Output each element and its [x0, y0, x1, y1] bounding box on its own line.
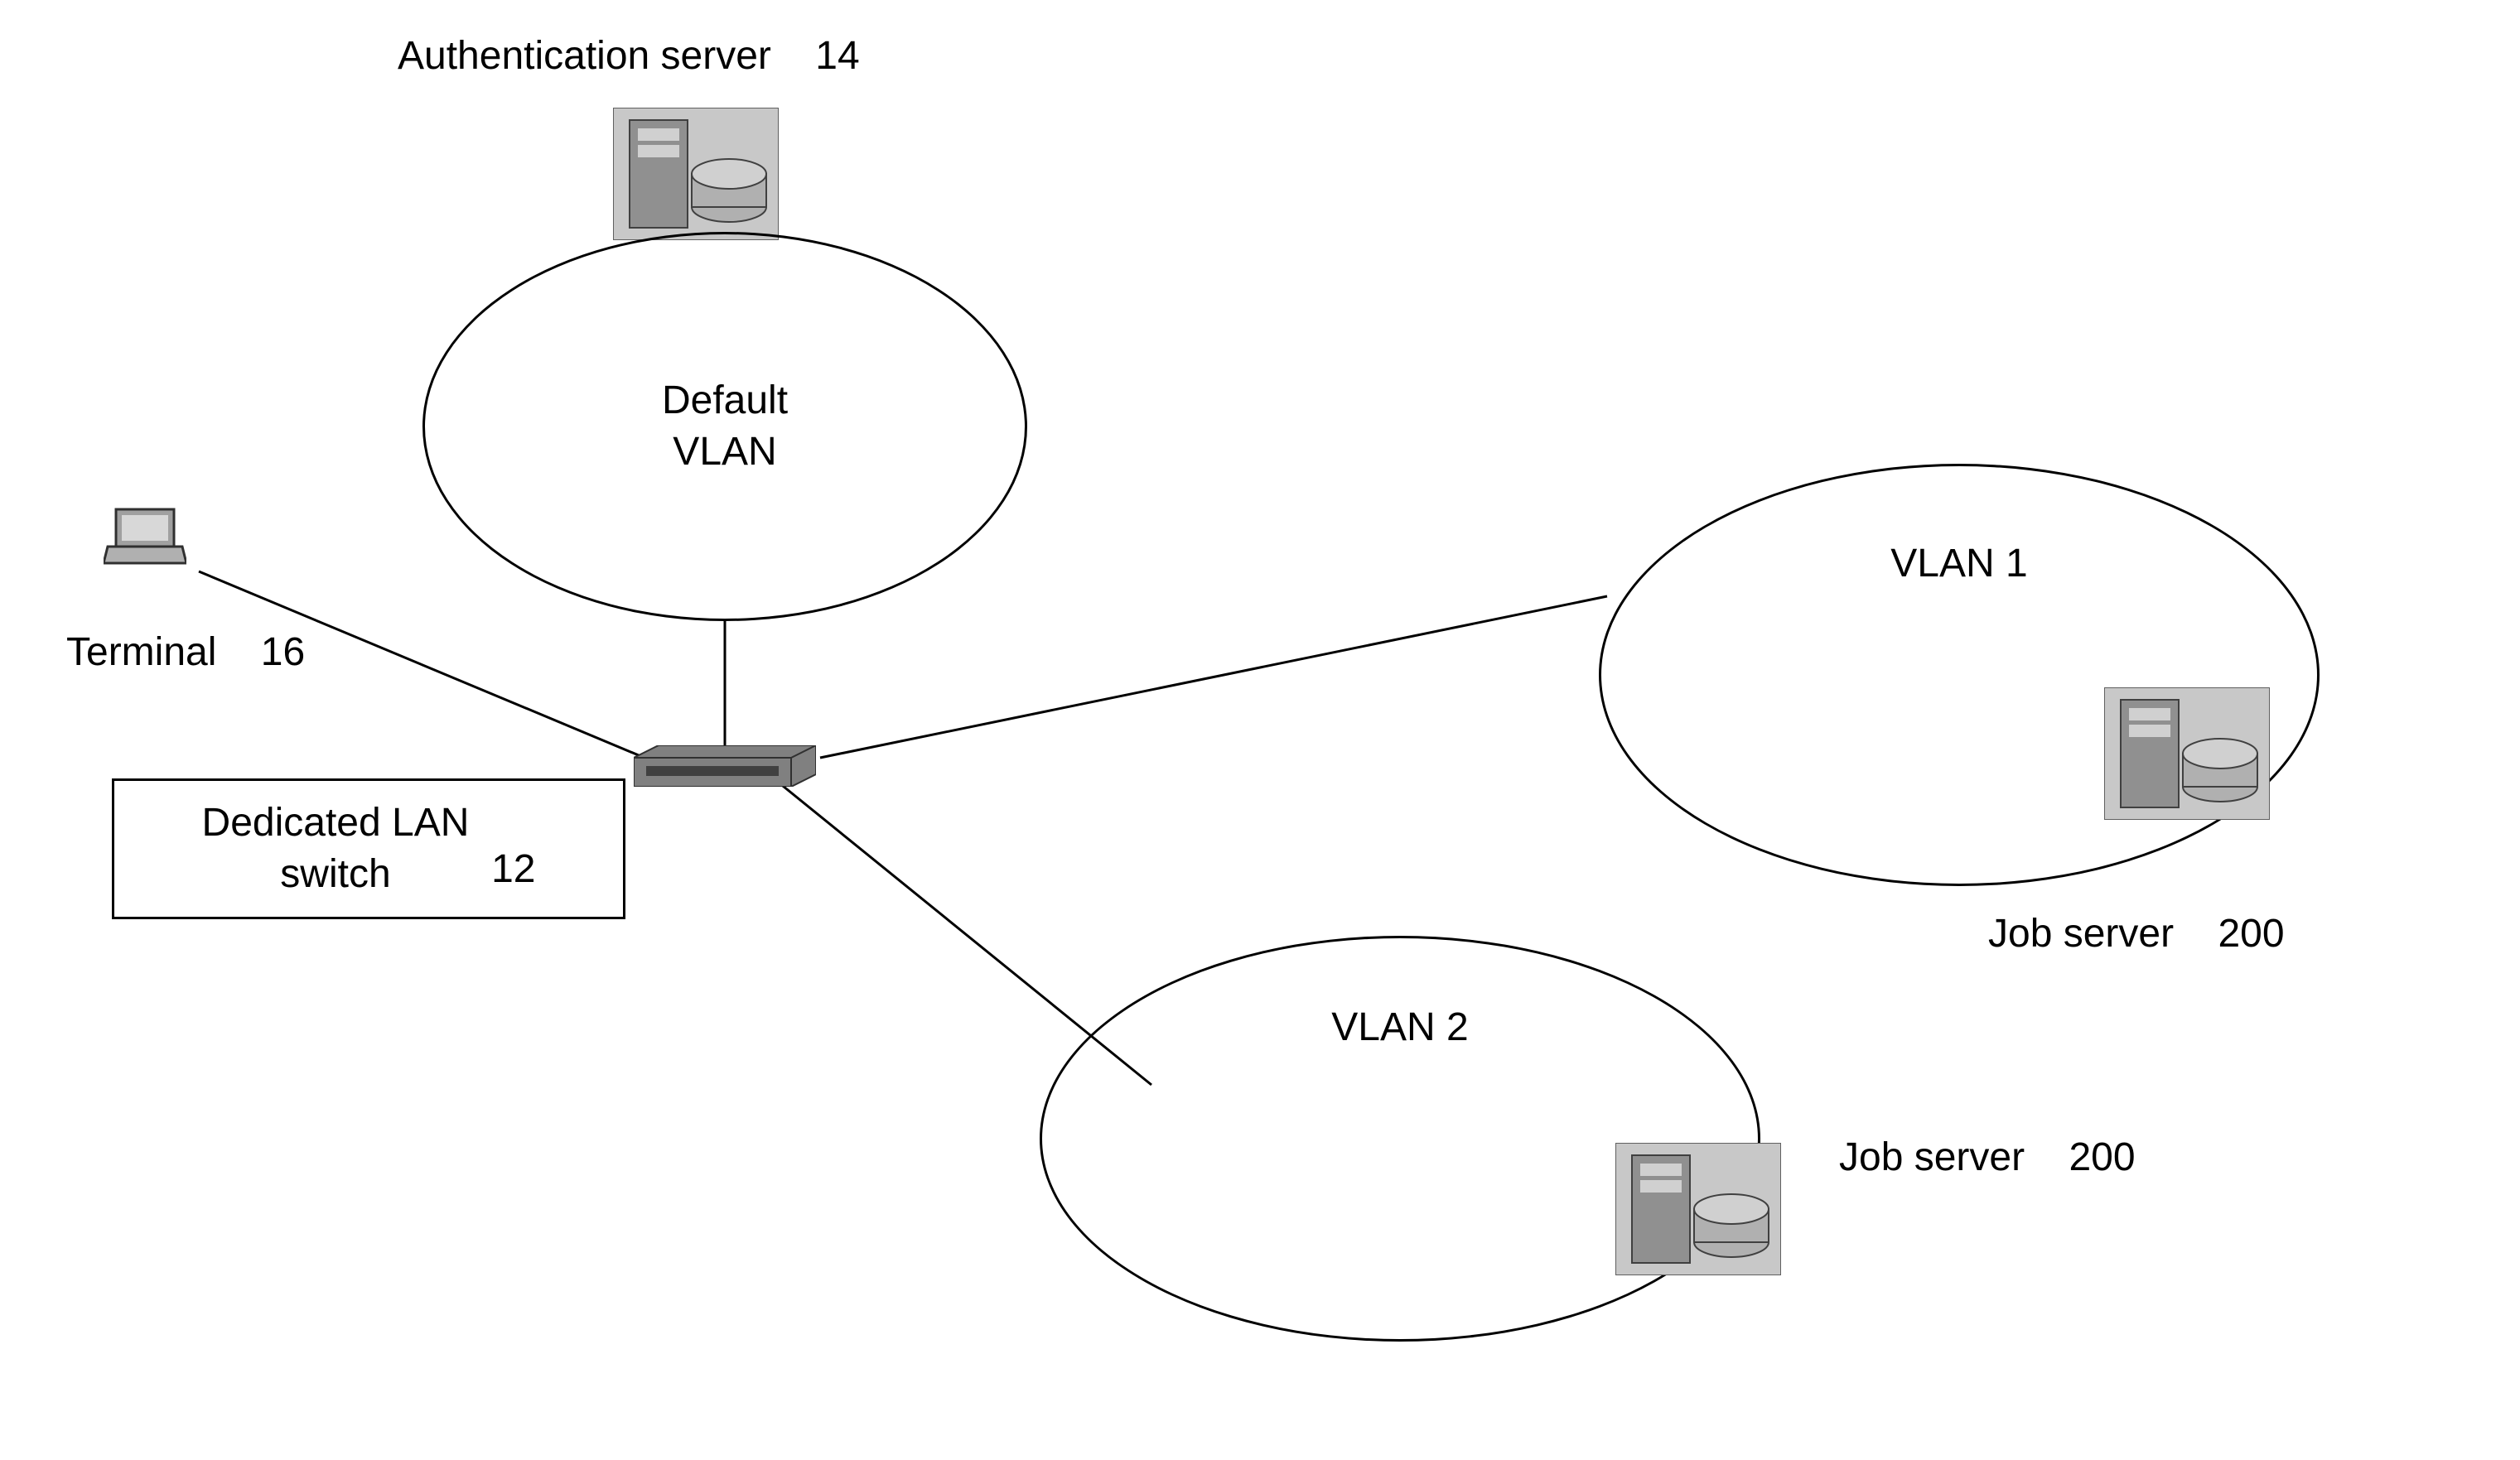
vlan1-server-icon: [2104, 687, 2270, 820]
job-server2-label-group: Job server 200: [1839, 1135, 2136, 1180]
job-server2-number: 200: [2069, 1135, 2135, 1179]
vlan2-label: VLAN 2: [1331, 1005, 1468, 1050]
lan-switch-text: Dedicated LAN switch: [202, 797, 470, 901]
auth-server-text: Authentication server: [398, 34, 771, 78]
auth-server-label: Authentication server 14: [398, 33, 860, 79]
terminal-label-group: Terminal 16: [66, 629, 305, 675]
job-server2-text: Job server: [1839, 1135, 2025, 1179]
job-server1-text: Job server: [1988, 912, 2174, 956]
auth-server-number: 14: [815, 34, 859, 78]
auth-server-icon: [613, 108, 779, 240]
job-server1-number: 200: [2218, 912, 2284, 956]
vlan2-ellipse: VLAN 2: [1040, 936, 1760, 1342]
vlan1-ellipse: VLAN 1: [1599, 464, 2320, 886]
job-server1-label-group: Job server 200: [1988, 911, 2285, 956]
vlan1-label: VLAN 1: [1890, 541, 2027, 586]
lan-switch-box: Dedicated LAN switch 12: [112, 778, 625, 919]
vlan2-server-icon: [1615, 1143, 1781, 1275]
default-vlan-ellipse: Default VLAN: [422, 232, 1027, 621]
terminal-text: Terminal: [66, 630, 216, 674]
lan-switch-icon: [634, 745, 816, 787]
terminal-number: 16: [261, 630, 305, 674]
lan-switch-number: 12: [491, 846, 535, 892]
terminal-laptop-icon: [104, 505, 186, 571]
default-vlan-label: Default VLAN: [662, 375, 788, 479]
